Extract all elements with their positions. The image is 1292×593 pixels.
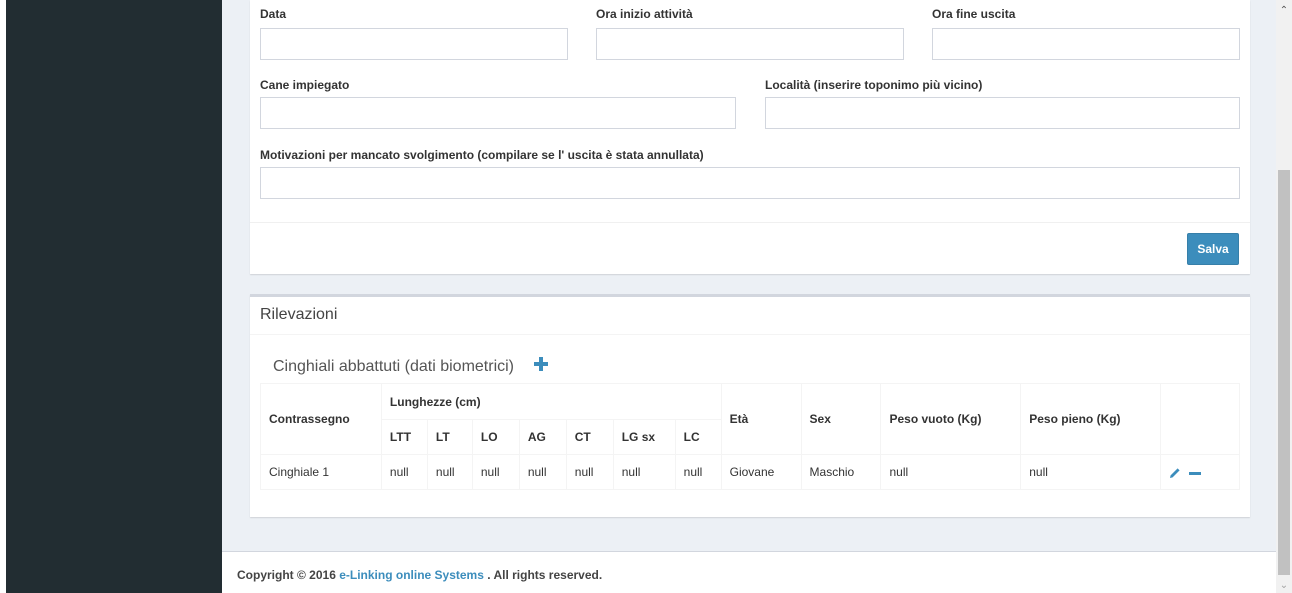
col-lgsx: LG sx [612, 419, 676, 455]
cinghiali-subtitle: Cinghiali abbattuti (dati biometrici) [273, 358, 514, 375]
cell-lt: null [426, 454, 473, 490]
data-label: Data [260, 7, 287, 21]
col-peso-pieno: Peso pieno (Kg) [1020, 383, 1161, 455]
data-input[interactable] [260, 28, 568, 60]
pencil-icon[interactable] [1169, 467, 1181, 479]
cane-input[interactable] [260, 97, 736, 129]
rilevazioni-header-divider [250, 334, 1250, 335]
plus-icon[interactable] [533, 356, 549, 372]
cell-ag: null [518, 454, 567, 490]
footer-copyright: Copyright © 2016 [237, 568, 340, 582]
main-content: Data Ora inizio attività Ora fine uscita… [222, 0, 1276, 593]
footer-text: Copyright © 2016 e-Linking online System… [237, 568, 602, 582]
chevron-up-icon[interactable]: ⌃ [1276, 4, 1292, 18]
ora-inizio-input[interactable] [596, 28, 904, 60]
cell-actions [1159, 454, 1241, 490]
uscita-form-box: Data Ora inizio attività Ora fine uscita… [250, 0, 1250, 274]
cell-peso-vuoto: null [880, 454, 1022, 490]
sidebar [6, 0, 222, 593]
rilevazioni-box: Rilevazioni Cinghiali abbattuti (dati bi… [250, 294, 1250, 517]
cell-lo: null [471, 454, 520, 490]
cell-eta: Giovane [720, 454, 802, 490]
motivazioni-input[interactable] [260, 167, 1240, 199]
col-lc: LC [674, 419, 722, 455]
rilevazioni-title: Rilevazioni [260, 306, 338, 323]
scrollbar-thumb[interactable] [1278, 170, 1290, 575]
cinghiali-table: Contrassegno Lunghezze (cm) Età Sex Peso… [260, 383, 1241, 490]
col-contrassegno: Contrassegno [260, 383, 382, 455]
ora-fine-label: Ora fine uscita [932, 7, 1016, 21]
page-footer: Copyright © 2016 e-Linking online System… [222, 551, 1276, 593]
col-ag: AG [518, 419, 567, 455]
cell-sex: Maschio [800, 454, 882, 490]
table-row: Cinghiale 1 null null null null null nul… [260, 454, 1241, 490]
localita-input[interactable] [765, 97, 1240, 129]
table-header-row: Contrassegno Lunghezze (cm) Età Sex Peso… [260, 383, 1241, 455]
save-button[interactable]: Salva [1187, 233, 1239, 265]
col-eta: Età [720, 383, 802, 455]
cell-ct: null [565, 454, 614, 490]
col-sex: Sex [800, 383, 882, 455]
page-scrollbar[interactable]: ⌃ ⌄ [1276, 0, 1292, 593]
footer-rights: . All rights reserved. [483, 568, 603, 582]
col-ct: CT [565, 419, 614, 455]
col-lo: LO [471, 419, 520, 455]
cell-contrassegno: Cinghiale 1 [260, 454, 382, 490]
company-link[interactable]: e-Linking online Systems [339, 568, 484, 582]
motivazioni-label: Motivazioni per mancato svolgimento (com… [260, 148, 704, 162]
localita-label: Località (inserire toponimo più vicino) [765, 78, 983, 92]
chevron-down-icon[interactable]: ⌄ [1276, 579, 1292, 593]
col-peso-vuoto: Peso vuoto (Kg) [880, 383, 1022, 455]
cell-lgsx: null [612, 454, 676, 490]
cane-label: Cane impiegato [260, 78, 350, 92]
ora-inizio-label: Ora inizio attività [596, 7, 693, 21]
col-lunghezze: Lunghezze (cm) [380, 383, 722, 420]
box-footer-divider [250, 222, 1250, 223]
cell-peso-pieno: null [1020, 454, 1161, 490]
col-actions [1159, 383, 1241, 455]
cell-lc: null [674, 454, 722, 490]
col-lt: LT [426, 419, 473, 455]
cell-ltt: null [380, 454, 428, 490]
minus-icon[interactable] [1188, 467, 1202, 479]
ora-fine-input[interactable] [932, 28, 1240, 60]
col-ltt: LTT [380, 419, 428, 455]
